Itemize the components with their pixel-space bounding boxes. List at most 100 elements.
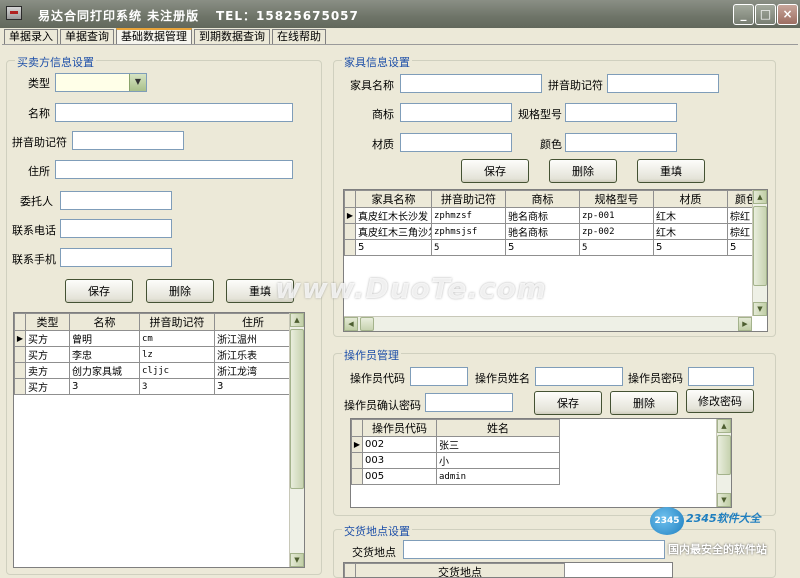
column-header[interactable]: 商标: [505, 190, 580, 208]
tab-basic-data[interactable]: 基础数据管理: [116, 28, 192, 45]
table-cell[interactable]: zphmsjsf: [431, 223, 506, 240]
operator-password-input[interactable]: [688, 367, 754, 386]
operator-confirm-input[interactable]: [425, 393, 513, 412]
table-cell[interactable]: 买方: [25, 378, 70, 395]
maximize-button[interactable]: □: [755, 4, 776, 25]
scroll-thumb[interactable]: [290, 329, 304, 489]
column-header[interactable]: 类型: [25, 313, 70, 331]
table-cell[interactable]: cm: [139, 330, 215, 347]
name-input[interactable]: [55, 103, 293, 122]
tab-bill-entry[interactable]: 单据录入: [4, 29, 58, 44]
scroll-down-icon[interactable]: ▼: [290, 553, 304, 567]
table-cell[interactable]: admin: [436, 468, 560, 485]
column-header[interactable]: 拼音助记符: [431, 190, 506, 208]
table-row[interactable]: 卖方 创力家具城 cljjc 浙江龙湾: [14, 362, 292, 379]
scroll-down-icon[interactable]: ▼: [717, 493, 731, 507]
table-cell[interactable]: 卖方: [25, 362, 70, 379]
party-save-button[interactable]: 保存: [65, 279, 133, 303]
operator-grid-vscroll[interactable]: ▲ ▼: [716, 419, 731, 507]
table-cell[interactable]: 3: [139, 378, 215, 395]
column-header[interactable]: 交货地点: [355, 563, 565, 577]
table-cell[interactable]: 买方: [25, 330, 70, 347]
table-cell[interactable]: 5: [355, 239, 432, 256]
table-cell[interactable]: 5: [653, 239, 728, 256]
table-row[interactable]: 5 5 5 5 5 5: [344, 239, 765, 256]
table-cell[interactable]: 003: [362, 452, 437, 469]
phone-input[interactable]: [60, 219, 172, 238]
table-cell[interactable]: 红木: [653, 207, 728, 224]
operator-name-input[interactable]: [535, 367, 623, 386]
operator-delete-button[interactable]: 删除: [610, 391, 678, 415]
column-header[interactable]: 姓名: [436, 419, 560, 437]
scroll-up-icon[interactable]: ▲: [290, 313, 304, 327]
tab-expiry-query[interactable]: 到期数据查询: [194, 29, 270, 44]
scroll-up-icon[interactable]: ▲: [753, 190, 767, 204]
furniture-grid-vscroll[interactable]: ▲ ▼: [752, 190, 767, 316]
table-cell[interactable]: 5: [505, 239, 580, 256]
operator-save-button[interactable]: 保存: [534, 391, 602, 415]
scroll-left-icon[interactable]: ◀: [344, 317, 358, 331]
color-input[interactable]: [565, 133, 677, 152]
table-cell[interactable]: lz: [139, 346, 215, 363]
material-input[interactable]: [400, 133, 512, 152]
operator-code-input[interactable]: [410, 367, 468, 386]
scroll-thumb[interactable]: [717, 435, 731, 475]
party-grid-vscroll[interactable]: ▲ ▼: [289, 313, 304, 567]
table-row[interactable]: 005 admin: [351, 468, 560, 485]
table-cell[interactable]: 真皮红木三角沙发: [355, 223, 432, 240]
close-button[interactable]: ×: [777, 4, 798, 25]
table-cell[interactable]: 005: [362, 468, 437, 485]
chevron-down-icon[interactable]: ▼: [129, 74, 146, 91]
table-row[interactable]: 真皮红木三角沙发 zphmsjsf 驰名商标 zp-002 红木 棕红: [344, 223, 765, 240]
brand-input[interactable]: [400, 103, 512, 122]
mobile-input[interactable]: [60, 248, 172, 267]
tab-online-help[interactable]: 在线帮助: [272, 29, 326, 44]
furniture-save-button[interactable]: 保存: [461, 159, 529, 183]
table-cell[interactable]: zp-002: [579, 223, 654, 240]
column-header[interactable]: 住所: [214, 313, 292, 331]
delivery-place-input[interactable]: [403, 540, 665, 559]
table-cell[interactable]: 驰名商标: [505, 223, 580, 240]
table-cell[interactable]: 5: [579, 239, 654, 256]
address-input[interactable]: [55, 160, 293, 179]
scroll-up-icon[interactable]: ▲: [717, 419, 731, 433]
column-header[interactable]: 家具名称: [355, 190, 432, 208]
scroll-down-icon[interactable]: ▼: [753, 302, 767, 316]
table-cell[interactable]: 浙江温州: [214, 330, 292, 347]
furniture-delete-button[interactable]: 删除: [549, 159, 617, 183]
column-header[interactable]: 材质: [653, 190, 728, 208]
table-row[interactable]: ▶ 真皮红木长沙发 zphmzsf 驰名商标 zp-001 红木 棕红: [344, 207, 765, 224]
agent-input[interactable]: [60, 191, 172, 210]
table-cell[interactable]: zphmzsf: [431, 207, 506, 224]
column-header[interactable]: 拼音助记符: [139, 313, 215, 331]
scroll-right-icon[interactable]: ▶: [738, 317, 752, 331]
column-header[interactable]: 名称: [69, 313, 140, 331]
table-row[interactable]: ▶ 002 张三: [351, 436, 560, 453]
minimize-button[interactable]: _: [733, 4, 754, 25]
table-cell[interactable]: 小: [436, 452, 560, 469]
table-cell[interactable]: 红木: [653, 223, 728, 240]
pinyin-input[interactable]: [72, 131, 184, 150]
column-header[interactable]: 规格型号: [579, 190, 654, 208]
scroll-thumb[interactable]: [360, 317, 374, 331]
table-cell[interactable]: 002: [362, 436, 437, 453]
table-cell[interactable]: 张三: [436, 436, 560, 453]
table-row[interactable]: 买方 李忠 lz 浙江乐表: [14, 346, 292, 363]
column-header[interactable]: 操作员代码: [362, 419, 437, 437]
type-select[interactable]: ▼: [55, 73, 147, 92]
furniture-grid-hscroll[interactable]: ◀ ▶: [344, 316, 752, 331]
table-cell[interactable]: 买方: [25, 346, 70, 363]
table-cell[interactable]: 真皮红木长沙发: [355, 207, 432, 224]
table-row[interactable]: 003 小: [351, 452, 560, 469]
table-row[interactable]: 买方 3 3 3: [14, 378, 292, 395]
table-cell[interactable]: 5: [431, 239, 506, 256]
tab-bill-query[interactable]: 单据查询: [60, 29, 114, 44]
table-row[interactable]: ▶ 买方 曾明 cm 浙江温州: [14, 330, 292, 347]
table-cell[interactable]: 浙江乐表: [214, 346, 292, 363]
table-cell[interactable]: 3: [69, 378, 140, 395]
furniture-name-input[interactable]: [400, 74, 542, 93]
table-cell[interactable]: 创力家具城: [69, 362, 140, 379]
party-delete-button[interactable]: 删除: [146, 279, 214, 303]
table-cell[interactable]: 李忠: [69, 346, 140, 363]
furniture-pinyin-input[interactable]: [607, 74, 719, 93]
